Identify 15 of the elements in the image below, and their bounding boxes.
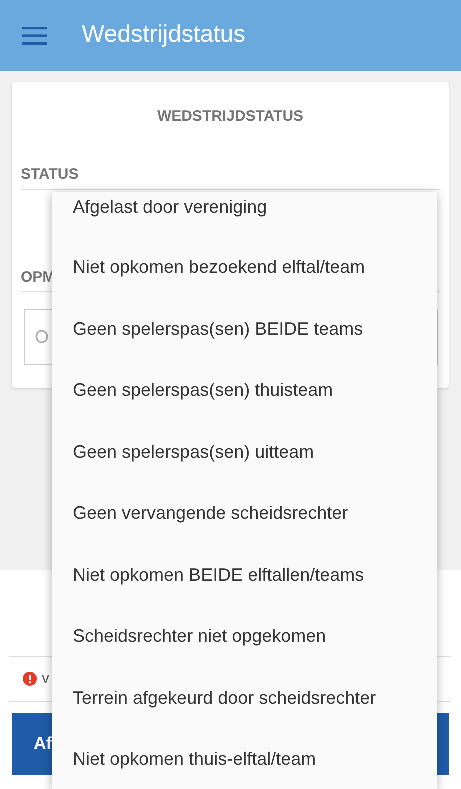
menu-item[interactable]: Afgelast door vereniging xyxy=(52,192,437,237)
menu-item[interactable]: Geen spelerspas(sen) uitteam xyxy=(52,422,437,483)
error-icon xyxy=(23,672,37,686)
menu-item[interactable]: Niet opkomen BEIDE elftallen/teams xyxy=(52,544,437,606)
menu-item[interactable]: Niet opkomen thuis-elftal/team xyxy=(52,729,437,789)
menu-item[interactable]: Scheidsrechter niet opgekomen xyxy=(52,606,437,668)
menu-item[interactable]: Geen vervangende scheidsrechter xyxy=(52,483,437,544)
status-label: STATUS xyxy=(21,164,440,190)
menu-item[interactable]: Geen spelerspas(sen) BEIDE teams xyxy=(52,298,437,360)
card-heading: WEDSTRIJDSTATUS xyxy=(156,107,305,127)
app-title: Wedstrijdstatus xyxy=(82,21,246,50)
menu-icon[interactable] xyxy=(22,26,47,44)
menu-item[interactable]: Geen spelerspas(sen) thuisteam xyxy=(52,360,437,422)
error-text: v xyxy=(42,668,50,689)
menu-item[interactable]: Terrein afgekeurd door scheidsrechter xyxy=(52,668,437,729)
